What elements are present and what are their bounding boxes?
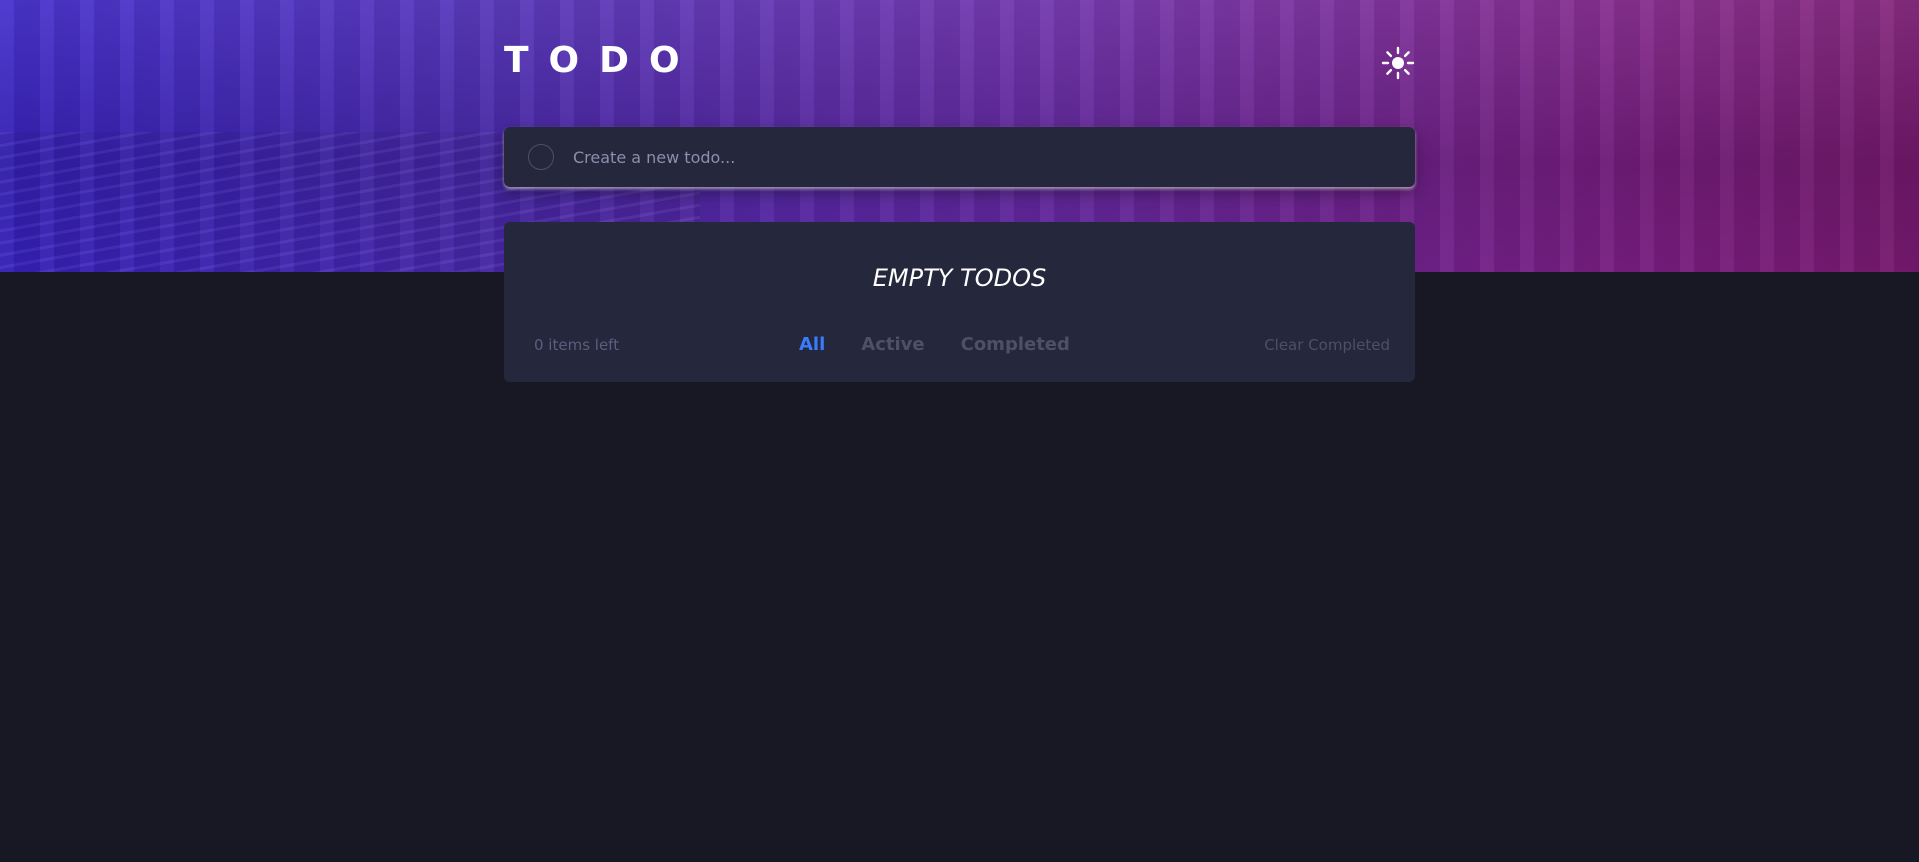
filter-completed-button[interactable]: Completed: [961, 330, 1070, 360]
filter-active-button[interactable]: Active: [861, 330, 924, 360]
new-todo-input[interactable]: [573, 127, 1393, 187]
app-page: TODO Create a new todo... EMPTY TODOS 0 …: [0, 0, 1919, 862]
clear-completed-button[interactable]: Clear Completed: [1264, 330, 1390, 360]
items-left-count: 0 items left: [534, 336, 620, 354]
empty-todos-message: EMPTY TODOS: [872, 264, 1047, 292]
new-todo-bar: [504, 127, 1415, 187]
filter-group: All Active Completed: [799, 330, 1106, 360]
app-title: TODO: [504, 40, 700, 81]
list-footer: 0 items left All Active Completed Clear …: [504, 330, 1415, 360]
sun-icon: [1381, 46, 1415, 80]
new-todo-checkbox[interactable]: [528, 144, 554, 170]
filter-all-button[interactable]: All: [799, 330, 825, 360]
title-row: TODO: [504, 38, 1415, 88]
theme-toggle-button[interactable]: [1381, 46, 1415, 80]
todo-list-card: EMPTY TODOS 0 items left All Active Comp…: [504, 222, 1415, 382]
